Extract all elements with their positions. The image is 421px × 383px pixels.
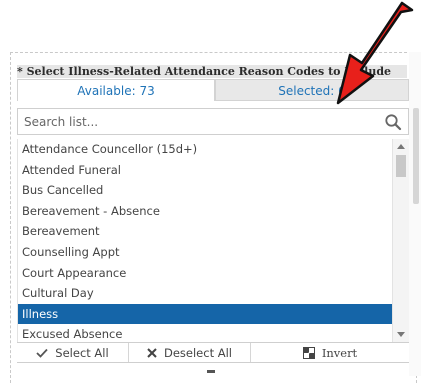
annotation-arrow-icon: [336, 1, 414, 105]
resize-handle[interactable]: [207, 370, 215, 373]
select-all-button[interactable]: Select All: [17, 343, 129, 362]
search-input[interactable]: [24, 113, 364, 131]
x-icon: [147, 347, 157, 358]
list-item[interactable]: Bereavement: [18, 221, 393, 242]
invert-label: Invert: [321, 345, 358, 360]
deselect-all-button[interactable]: Deselect All: [129, 343, 251, 362]
options-list[interactable]: Attendance Councellor (15d+) Attended Fun…: [17, 139, 393, 342]
list-item[interactable]: Counselling Appt: [18, 242, 393, 263]
list-item[interactable]: Attendance Councellor (15d+): [18, 139, 393, 160]
scroll-down-arrow-icon[interactable]: [397, 332, 405, 337]
list-item[interactable]: Cultural Day: [18, 283, 393, 304]
deselect-all-label: Deselect All: [163, 345, 232, 360]
invert-icon: [302, 346, 315, 359]
page-scrollbar-thumb[interactable]: [413, 108, 419, 204]
list-item[interactable]: Bus Cancelled: [18, 180, 393, 201]
invert-button[interactable]: Invert: [251, 343, 409, 362]
list-item[interactable]: Excused Absence: [18, 324, 393, 342]
list-item[interactable]: Illness: [18, 303, 393, 325]
list-scrollbar[interactable]: [392, 139, 409, 342]
scroll-up-arrow-icon[interactable]: [397, 144, 405, 149]
check-icon: [36, 348, 48, 358]
list-scrollbar-thumb[interactable]: [396, 155, 406, 177]
list-item[interactable]: Court Appearance: [18, 263, 393, 284]
list-item[interactable]: Attended Funeral: [18, 160, 393, 181]
select-all-label: Select All: [55, 345, 109, 360]
action-bar: Select All Deselect All Invert: [17, 342, 409, 363]
tab-available[interactable]: Available: 73: [17, 79, 215, 101]
list-item[interactable]: Bereavement - Absence: [18, 201, 393, 222]
